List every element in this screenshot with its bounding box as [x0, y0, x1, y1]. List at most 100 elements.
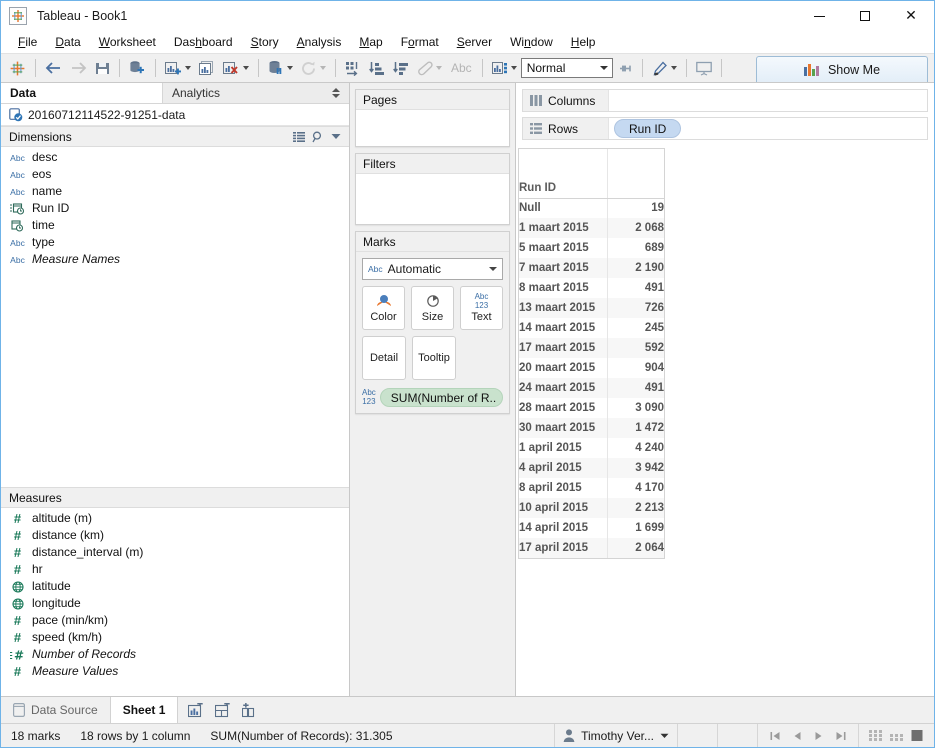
field-latitude[interactable]: latitude	[1, 578, 349, 595]
rows-pill-run-id[interactable]: Run ID	[614, 119, 682, 138]
field-measure-values[interactable]: # Measure Values	[1, 663, 349, 680]
table-row[interactable]: Null 19	[519, 198, 664, 218]
field-longitude[interactable]: longitude	[1, 595, 349, 612]
clear-sheet-icon[interactable]	[219, 56, 253, 80]
status-user[interactable]: Timothy Ver...	[554, 724, 678, 747]
tab-data[interactable]: Data	[1, 83, 163, 103]
refresh-data-source-icon[interactable]	[297, 56, 330, 80]
field-type[interactable]: Abc type	[1, 234, 349, 251]
clear-sheet-caret-icon[interactable]	[243, 66, 249, 70]
tab-analytics[interactable]: Analytics	[163, 83, 349, 103]
new-worksheet-caret-icon[interactable]	[185, 66, 191, 70]
rows-shelf[interactable]: Rows Run ID	[522, 117, 928, 140]
table-row[interactable]: 7 maart 2015 2 190	[519, 258, 664, 278]
table-row[interactable]: 4 april 2015 3 942	[519, 458, 664, 478]
table-row[interactable]: 24 maart 2015 491	[519, 378, 664, 398]
chevron-down-icon[interactable]	[331, 133, 341, 140]
fit-dropdown[interactable]: Normal	[520, 58, 613, 78]
size-button[interactable]: Size	[411, 286, 454, 330]
color-button[interactable]: Color	[362, 286, 405, 330]
detail-button[interactable]: Detail	[362, 336, 406, 380]
minimize-button[interactable]	[796, 1, 842, 31]
highlight-icon[interactable]	[413, 56, 446, 80]
menu-file[interactable]: File	[9, 33, 46, 51]
grid-view-icon[interactable]	[293, 131, 305, 142]
marks-pill-sum-number-of-records[interactable]: SUM(Number of R..	[379, 388, 503, 407]
table-row[interactable]: 14 maart 2015 245	[519, 318, 664, 338]
table-row[interactable]: 13 maart 2015 726	[519, 298, 664, 318]
menu-help[interactable]: Help	[562, 33, 605, 51]
pause-auto-updates-icon[interactable]	[264, 56, 297, 80]
new-dashboard-icon[interactable]	[215, 702, 232, 718]
field-speed[interactable]: # speed (km/h)	[1, 629, 349, 646]
search-icon[interactable]	[312, 131, 324, 143]
menu-server[interactable]: Server	[448, 33, 501, 51]
columns-shelf[interactable]: Columns	[522, 89, 928, 112]
text-button[interactable]: Abc 123 Text	[460, 286, 503, 330]
new-data-source-icon[interactable]	[125, 56, 150, 80]
table-row[interactable]: 17 april 2015 2 064	[519, 538, 664, 558]
menu-analysis[interactable]: Analysis	[288, 33, 351, 51]
field-altitude[interactable]: # altitude (m)	[1, 510, 349, 527]
field-distance-interval[interactable]: # distance_interval (m)	[1, 544, 349, 561]
menu-window[interactable]: Window	[501, 33, 562, 51]
pages-drop-area[interactable]	[356, 110, 509, 146]
back-arrow-icon[interactable]	[41, 56, 66, 80]
tableau-home-button[interactable]	[5, 56, 30, 80]
menu-data[interactable]: Data	[46, 33, 89, 51]
field-pace[interactable]: # pace (min/km)	[1, 612, 349, 629]
menu-story[interactable]: Story	[242, 33, 288, 51]
show-me-button[interactable]: Show Me	[756, 56, 928, 82]
field-desc[interactable]: Abc desc	[1, 149, 349, 166]
grid-view-icon[interactable]	[869, 730, 882, 741]
new-worksheet-icon[interactable]	[161, 56, 195, 80]
save-icon[interactable]	[91, 56, 114, 80]
next-page-icon[interactable]	[814, 731, 823, 741]
field-number-of-records[interactable]: # Number of Records	[1, 646, 349, 663]
table-row[interactable]: 30 maart 2015 1 472	[519, 418, 664, 438]
highlighter-caret-icon[interactable]	[670, 66, 677, 70]
chevron-down-icon[interactable]	[660, 733, 669, 739]
expand-collapse-icon[interactable]	[332, 88, 340, 98]
tab-sheet-1[interactable]: Sheet 1	[110, 697, 179, 723]
field-distance[interactable]: # distance (km)	[1, 527, 349, 544]
table-row[interactable]: 28 maart 2015 3 090	[519, 398, 664, 418]
pause-caret-icon[interactable]	[287, 66, 293, 70]
last-page-icon[interactable]	[835, 731, 846, 741]
fix-axes-icon[interactable]	[613, 56, 637, 80]
field-run-id[interactable]: Run ID	[1, 200, 349, 217]
menu-dashboard[interactable]: Dashboard	[165, 33, 242, 51]
list-view-icon[interactable]	[890, 730, 903, 741]
filters-drop-area[interactable]	[356, 174, 509, 224]
field-measure-names[interactable]: Abc Measure Names	[1, 251, 349, 268]
presentation-mode-icon[interactable]	[692, 56, 716, 80]
prev-page-icon[interactable]	[793, 731, 802, 741]
mark-type-dropdown[interactable]: Abc Automatic	[362, 258, 503, 280]
forward-arrow-icon[interactable]	[66, 56, 91, 80]
table-row[interactable]: 20 maart 2015 904	[519, 358, 664, 378]
field-name[interactable]: Abc name	[1, 183, 349, 200]
table-row[interactable]: 8 maart 2015 491	[519, 278, 664, 298]
new-worksheet-icon[interactable]	[188, 702, 205, 718]
table-row[interactable]: 14 april 2015 1 699	[519, 518, 664, 538]
fit-icon[interactable]	[488, 56, 521, 80]
table-row[interactable]: 17 maart 2015 592	[519, 338, 664, 358]
swap-rows-columns-icon[interactable]	[341, 56, 365, 80]
field-eos[interactable]: Abc eos	[1, 166, 349, 183]
highlighter-icon[interactable]	[648, 56, 681, 80]
sort-descending-icon[interactable]	[389, 56, 413, 80]
close-button[interactable]: ✕	[888, 1, 934, 31]
table-row[interactable]: 10 april 2015 2 213	[519, 498, 664, 518]
rows-drop-area[interactable]: Run ID	[609, 118, 927, 139]
tooltip-button[interactable]: Tooltip	[412, 336, 456, 380]
menu-format[interactable]: Format	[392, 33, 448, 51]
table-row[interactable]: 1 maart 2015 2 068	[519, 218, 664, 238]
table-row[interactable]: 8 april 2015 4 170	[519, 478, 664, 498]
new-story-icon[interactable]	[242, 702, 259, 718]
duplicate-sheet-icon[interactable]	[195, 56, 219, 80]
maximize-button[interactable]	[842, 1, 888, 31]
single-view-icon[interactable]	[911, 730, 924, 741]
sort-ascending-icon[interactable]	[365, 56, 389, 80]
fit-caret-icon[interactable]	[510, 66, 517, 70]
table-row[interactable]: 5 maart 2015 689	[519, 238, 664, 258]
